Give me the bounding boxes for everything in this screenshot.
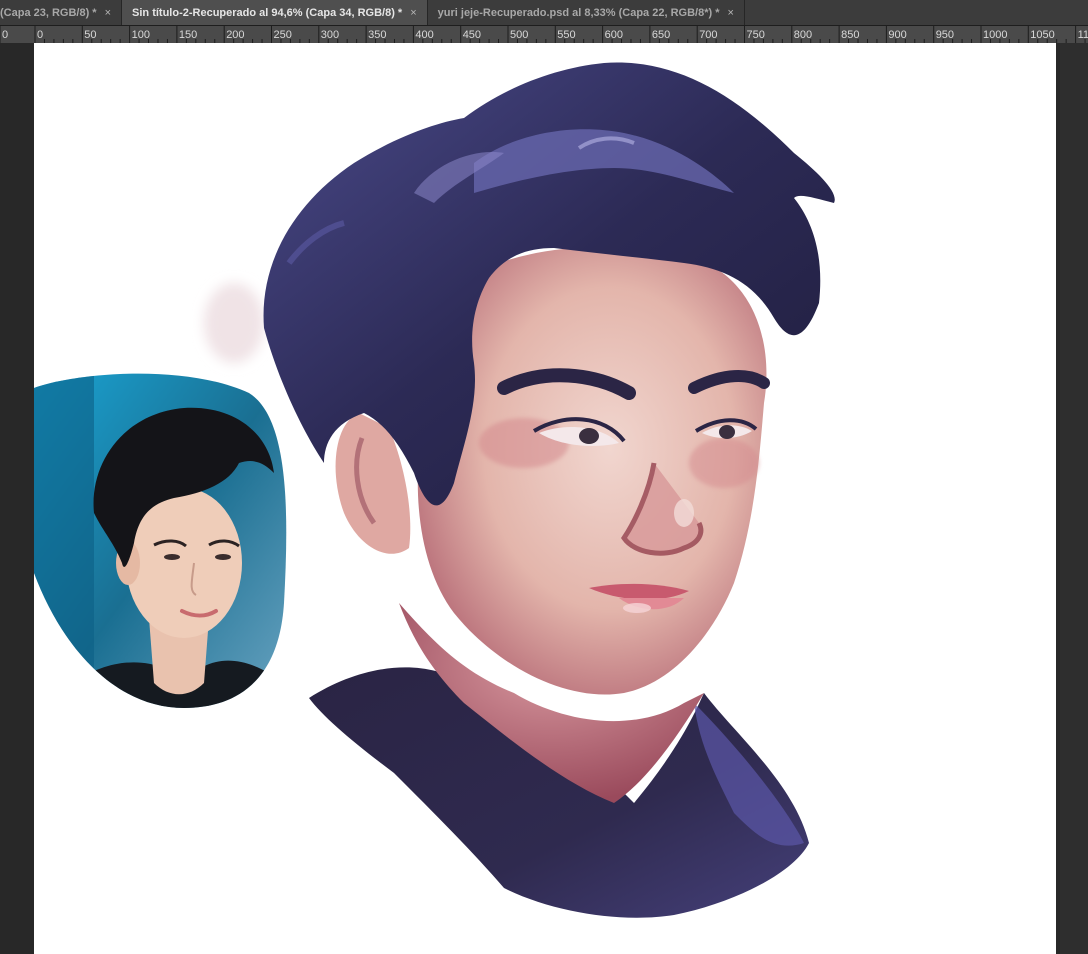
painted-shirt	[309, 667, 809, 918]
ruler-label: 850	[841, 29, 859, 41]
ruler-label: 1000	[983, 29, 1007, 41]
document-tab-bar: (Capa 23, RGB/8) * × Sin título-2-Recupe…	[0, 0, 1088, 26]
ruler-label: 350	[368, 29, 386, 41]
ruler-label: 400	[415, 29, 433, 41]
document-canvas[interactable]	[34, 43, 1056, 954]
reference-photo[interactable]	[34, 363, 294, 723]
ruler-label: 150	[179, 29, 197, 41]
close-tab-3-icon[interactable]: ×	[727, 7, 733, 19]
ruler-label: 50	[84, 29, 96, 41]
ruler-label: 100	[132, 29, 150, 41]
horizontal-ruler[interactable]: 0 0 50 100 150 200 250 300 350 400 450 500 550 600 650…	[0, 26, 1088, 44]
document-tab-3-label: yuri jeje-Recuperado.psd al 8,33% (Capa …	[437, 6, 720, 19]
ruler-label: 500	[510, 29, 528, 41]
ruler-label: 11	[1078, 29, 1088, 41]
ruler-label: 300	[321, 29, 339, 41]
ruler-label: 0	[2, 29, 8, 41]
background-smudge	[204, 283, 264, 363]
ruler-label: 750	[747, 29, 765, 41]
document-tab-2-active[interactable]: Sin título-2-Recuperado al 94,6% (Capa 3…	[122, 0, 428, 25]
artwork	[34, 62, 835, 918]
pasteboard-left	[0, 43, 34, 954]
document-tab-1-label: (Capa 23, RGB/8) *	[0, 6, 97, 19]
vertical-scroll-area[interactable]	[1060, 43, 1088, 954]
document-tab-1[interactable]: (Capa 23, RGB/8) * ×	[0, 0, 123, 25]
close-tab-1-icon[interactable]: ×	[105, 7, 111, 19]
document-tab-2-label: Sin título-2-Recuperado al 94,6% (Capa 3…	[132, 6, 403, 19]
ruler-label: 650	[652, 29, 670, 41]
ruler-scale: 0 0 50 100 150 200 250 300 350 400 450 500 550 600 650…	[0, 26, 1088, 43]
ruler-label: 950	[936, 29, 954, 41]
ruler-label: 800	[794, 29, 812, 41]
ruler-label: 250	[274, 29, 292, 41]
ruler-label: 700	[699, 29, 717, 41]
ruler-label: 900	[888, 29, 906, 41]
ruler-label: 550	[557, 29, 575, 41]
ruler-label: 450	[463, 29, 481, 41]
document-tab-3[interactable]: yuri jeje-Recuperado.psd al 8,33% (Capa …	[427, 0, 745, 25]
ruler-label: 600	[605, 29, 623, 41]
ruler-label: 0	[37, 29, 43, 41]
ruler-label: 200	[226, 29, 244, 41]
close-tab-2-icon[interactable]: ×	[410, 7, 416, 19]
ruler-label: 1050	[1030, 29, 1054, 41]
